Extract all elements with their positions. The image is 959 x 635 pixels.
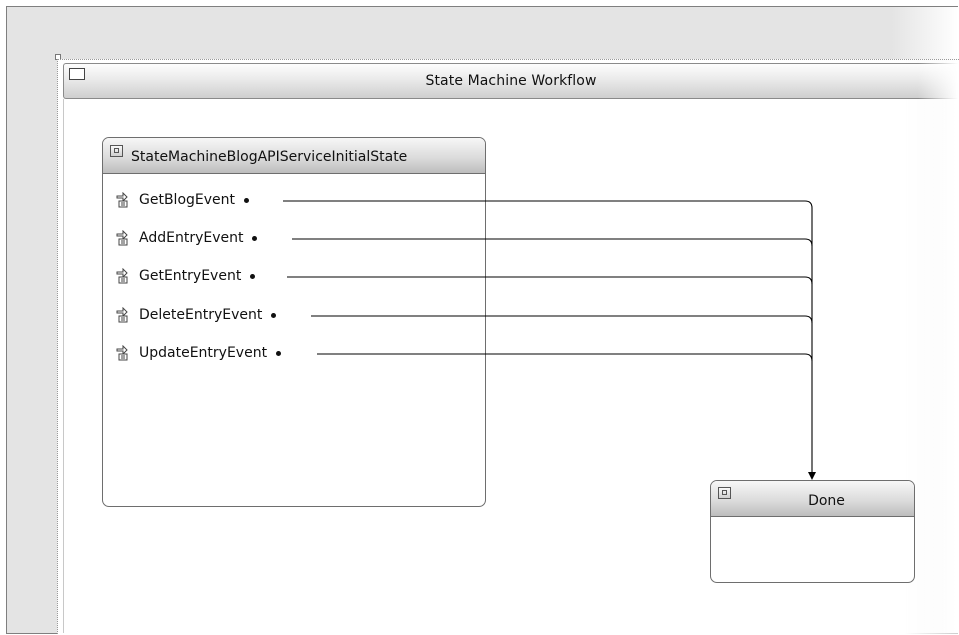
transition-line-update-entry: [317, 353, 813, 362]
transition-line-delete-entry: [311, 315, 813, 324]
transition-line-add-entry: [292, 238, 813, 247]
transition-line-get-blog: [283, 200, 813, 472]
transition-line-get-entry: [287, 276, 813, 285]
transition-connectors: [283, 200, 816, 480]
transition-arrow-head: [808, 472, 816, 480]
